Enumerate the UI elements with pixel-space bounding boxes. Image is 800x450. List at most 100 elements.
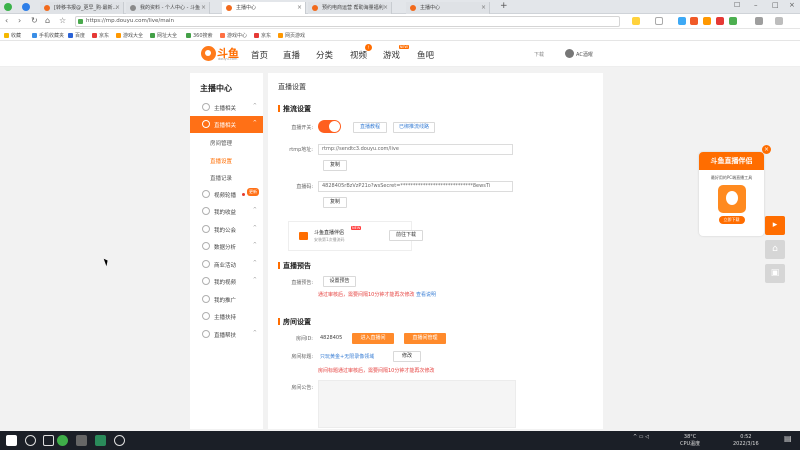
bookmark-item[interactable]: 百度 <box>68 32 85 39</box>
lightning-icon[interactable] <box>632 17 640 25</box>
clock[interactable]: 0:52 2022/3/16 <box>733 434 759 447</box>
sidebar-item-support[interactable]: 主播扶持 <box>190 308 263 325</box>
sidebar-item-income[interactable]: 我的收益 ^ <box>190 203 263 220</box>
home-icon[interactable]: ⌂ <box>45 16 50 25</box>
bookmark-item[interactable]: 360搜索 <box>186 32 213 39</box>
sidebar-sub-live-records[interactable]: 直播记录 <box>210 174 232 182</box>
download-link[interactable]: 下载 <box>534 51 544 58</box>
window-menu-icon[interactable]: ☐ <box>734 1 740 9</box>
bookmark-item[interactable]: 网址大全 <box>150 32 177 39</box>
task-view-icon[interactable] <box>43 435 54 446</box>
switch-label: 直播开关: <box>291 125 313 131</box>
notification-icon[interactable]: ▤ <box>784 435 792 443</box>
sidebar-item-live[interactable]: 直播相关 ^ <box>190 116 263 133</box>
new-tab-icon[interactable]: + <box>500 2 508 11</box>
bookmark-item[interactable]: 网页游戏 <box>278 32 305 39</box>
download-icon[interactable] <box>755 17 763 25</box>
tab-close-icon[interactable]: × <box>201 4 206 11</box>
extension-icon[interactable] <box>703 17 711 25</box>
forward-icon[interactable]: › <box>18 16 21 25</box>
username[interactable]: AC酒曜 <box>576 51 593 58</box>
enter-room-button[interactable]: 进入直播间 <box>352 333 394 344</box>
bookmark-item[interactable]: 游戏中心 <box>220 32 247 39</box>
stream-code-field[interactable]: 4828405rBzVzP21o?wsSecret=**************… <box>318 181 513 192</box>
sidebar-item-my-videos[interactable]: 我的视频 ^ <box>190 273 263 290</box>
nav-category[interactable]: 分类 <box>316 49 333 61</box>
bookmark-item[interactable]: 京东 <box>92 32 109 39</box>
extension-icon[interactable] <box>690 17 698 25</box>
room-manage-button[interactable]: 直播间管理 <box>404 333 446 344</box>
copy-code-button[interactable]: 复制 <box>323 197 347 208</box>
nav-home[interactable]: 首页 <box>251 49 268 61</box>
sidebar-item-promotion[interactable]: 我的推广 <box>190 291 263 308</box>
bookmark-item[interactable]: 京东 <box>254 32 271 39</box>
room-title-value[interactable]: 只玩黄金+无限录像领域 <box>320 353 374 360</box>
browser-logo-icon[interactable] <box>4 3 12 11</box>
tray-icons[interactable]: ^ ▭ ◁ <box>633 434 649 441</box>
live-switch-toggle[interactable] <box>318 120 341 133</box>
settings-taskbar-icon[interactable] <box>114 435 125 446</box>
reload-icon[interactable]: ↻ <box>31 16 38 25</box>
ad-description: 最好用的PC端直播工具 <box>710 175 753 180</box>
extension-icon[interactable] <box>729 17 737 25</box>
companion-ad-card[interactable]: 斗鱼直播伴侣 最好用的PC端直播工具 立即下载 <box>699 152 764 236</box>
nav-live[interactable]: 直播 <box>283 49 300 61</box>
sidebar-item-guild[interactable]: 我的公会 ^ <box>190 221 263 238</box>
avatar[interactable] <box>565 49 574 58</box>
browser-tab-active[interactable]: 主播中心 × <box>222 2 306 14</box>
app-taskbar-icon[interactable] <box>76 435 87 446</box>
tutorial-link-button[interactable]: 直播教程 <box>353 122 387 133</box>
bookmark-star-icon[interactable]: ☆ <box>59 16 66 25</box>
douyu-logo[interactable]: 斗鱼 douyu.com <box>201 45 244 63</box>
view-instructions-link[interactable]: 查看说明 <box>416 292 436 298</box>
close-window-icon[interactable]: × <box>789 1 795 9</box>
maximize-icon[interactable]: □ <box>772 1 779 9</box>
sidebar-item-video-carousel[interactable]: 视频轮播 更新 <box>190 186 263 203</box>
rtmp-address-field[interactable]: rtmp://sendtc3.douyu.com/live <box>318 144 513 155</box>
ad-close-icon[interactable]: × <box>762 145 771 154</box>
bookmark-item[interactable]: 收藏 <box>4 32 21 39</box>
bookmark-item[interactable]: 手机收藏夹 <box>32 32 64 39</box>
home-side-icon[interactable]: ⌂ <box>765 240 785 259</box>
play-icon[interactable]: ▸ <box>765 216 785 235</box>
menu-icon[interactable] <box>775 17 783 25</box>
browser-tab[interactable]: 预约电商运营 帮助海量福利 × <box>308 2 392 14</box>
nav-game[interactable]: 游戏 NEW <box>383 45 410 61</box>
tab-close-icon[interactable]: × <box>383 4 388 11</box>
search-icon[interactable] <box>25 435 36 446</box>
sidebar-sub-room-manage[interactable]: 房间管理 <box>210 139 232 147</box>
sidebar-item-help[interactable]: 直播帮扶 ^ <box>190 326 263 343</box>
app-side-icon[interactable]: ▣ <box>765 264 785 283</box>
announcement-textarea[interactable] <box>318 380 516 428</box>
nav-video[interactable]: 视频 ! <box>350 44 373 61</box>
sidebar-item-business[interactable]: 商业活动 ^ <box>190 256 263 273</box>
browser-taskbar-icon[interactable] <box>57 435 68 446</box>
bookmark-item[interactable]: 游戏大全 <box>116 32 143 39</box>
tab-close-icon[interactable]: × <box>115 4 120 11</box>
go-download-button[interactable]: 前往下载 <box>389 230 423 241</box>
back-icon[interactable]: ‹ <box>5 16 8 25</box>
copy-rtmp-button[interactable]: 复制 <box>323 160 347 171</box>
tab-close-icon[interactable]: × <box>481 4 486 11</box>
windows-start-icon[interactable] <box>6 435 17 446</box>
sidebar-sub-live-settings[interactable]: 直播设置 <box>210 157 232 165</box>
browser-tab[interactable]: 我的资料 - 个人中心 - 斗鱼 × <box>126 2 210 14</box>
obs-taskbar-icon[interactable] <box>95 435 106 446</box>
minimize-icon[interactable]: – <box>754 1 758 9</box>
set-notice-button[interactable]: 设置预告 <box>323 276 356 287</box>
thumbs-up-icon <box>202 330 210 338</box>
extension-icon[interactable] <box>678 17 686 25</box>
browser-tab[interactable]: [转移书报@_更早_购·最新... × <box>40 2 124 14</box>
ad-download-button[interactable]: 立即下载 <box>718 216 745 224</box>
browser-account-icon[interactable] <box>22 3 30 11</box>
browser-tab[interactable]: 主播中心 × <box>406 2 490 14</box>
third-party-link-button[interactable]: 已绑推流线路 <box>393 122 435 133</box>
edit-title-button[interactable]: 修改 <box>393 351 421 362</box>
sidebar-item-analytics[interactable]: 数据分析 ^ <box>190 238 263 255</box>
tab-close-icon[interactable]: × <box>297 4 302 11</box>
mouse-gesture-icon[interactable] <box>655 17 663 25</box>
nav-fishbar[interactable]: 鱼吧 <box>417 49 434 61</box>
extension-icon[interactable] <box>716 17 724 25</box>
url-input[interactable]: https://mp.douyu.com/live/main <box>75 16 620 27</box>
sidebar-item-streamer[interactable]: 主播相关 ^ <box>190 99 263 116</box>
